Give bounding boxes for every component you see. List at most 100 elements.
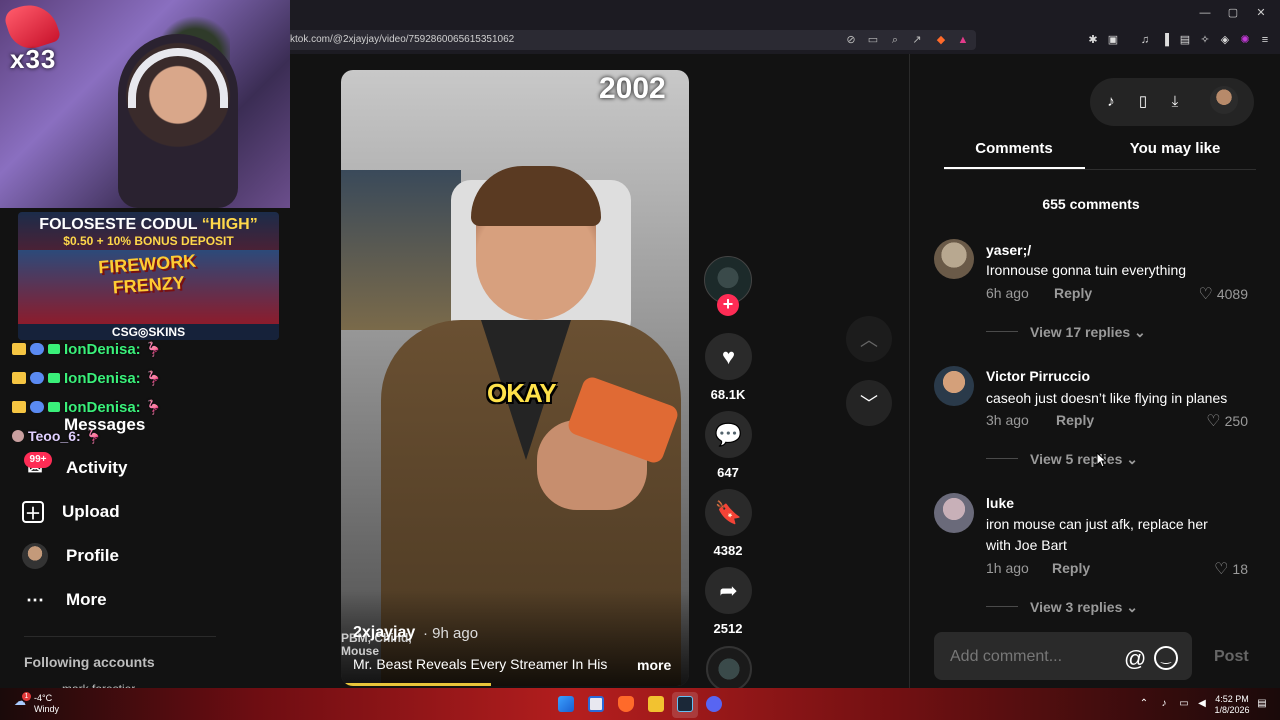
chat-user: IonDenisa:: [64, 369, 141, 387]
sidebar-item-profile[interactable]: Profile: [22, 541, 119, 571]
brave-rewards-icon[interactable]: ▲: [956, 34, 970, 46]
comment-text: iron mouse can just afk, replace her wit…: [986, 516, 1208, 553]
windows-taskbar: [0, 688, 1280, 720]
video-caption: OKAY: [487, 378, 557, 408]
volume-icon[interactable]: ◀: [1196, 698, 1208, 710]
reply-button[interactable]: Reply: [1056, 412, 1094, 428]
view-replies-button[interactable]: View 17 replies ⌄: [1030, 324, 1146, 341]
gift-badge-icon: [48, 402, 60, 412]
more-button[interactable]: more: [637, 657, 671, 673]
comment-button[interactable]: 💬: [705, 411, 752, 458]
reader-mode-icon[interactable]: ⊘: [844, 34, 858, 46]
task-view-icon[interactable]: [588, 696, 604, 712]
heart-outline-icon: ♡: [1206, 413, 1221, 430]
close-button[interactable]: ✕: [1254, 6, 1268, 20]
puzzle-icon[interactable]: ✧: [1198, 33, 1212, 47]
avatar[interactable]: [934, 493, 974, 533]
heart-outline-icon: ♡: [1198, 286, 1213, 303]
comment-like-button[interactable]: ♡ 18: [1168, 559, 1248, 579]
music-icon[interactable]: ♫: [1138, 33, 1152, 47]
bookmark-button[interactable]: 🔖: [705, 489, 752, 536]
mention-icon[interactable]: @: [1124, 646, 1146, 672]
next-video-button[interactable]: ﹀: [846, 380, 892, 426]
sub-badge-icon: [30, 372, 44, 384]
comment-text: caseoh just doesn’t like flying in plane…: [986, 390, 1228, 406]
menu-icon[interactable]: ≡: [1258, 33, 1272, 47]
view-replies-button[interactable]: View 3 replies ⌄: [1030, 599, 1138, 616]
sub-count: x33: [10, 44, 57, 74]
ad-code: “HIGH”: [201, 216, 258, 233]
screenshot-icon[interactable]: ▭: [866, 34, 880, 46]
tray-overflow-icon[interactable]: ⌃: [1138, 698, 1150, 710]
sidebar-item-messages[interactable]: Messages: [64, 410, 145, 440]
view-replies-label: View 5 replies: [1030, 451, 1123, 467]
music-disc[interactable]: [706, 646, 752, 692]
sidebar-item-label: More: [66, 590, 107, 609]
comment-username[interactable]: luke: [986, 495, 1014, 511]
maximize-button[interactable]: ▢: [1226, 6, 1240, 20]
avatar[interactable]: [934, 239, 974, 279]
comment-input-placeholder: Add comment...: [950, 648, 1063, 665]
comment-username[interactable]: yaser;/: [986, 242, 1031, 258]
like-count: 68.1K: [710, 387, 746, 402]
brave-shield-icon[interactable]: ◆: [934, 34, 948, 46]
share-arrow-icon: ➦: [719, 577, 738, 603]
tab-you-may-like[interactable]: You may like: [1095, 140, 1255, 160]
steam-icon[interactable]: [677, 696, 693, 712]
tab-comments[interactable]: Comments: [934, 140, 1094, 160]
file-explorer-icon[interactable]: [648, 696, 664, 712]
extension-icon[interactable]: ✱: [1086, 33, 1100, 47]
bookmark-count: 4382: [713, 543, 743, 558]
video-progress-bar[interactable]: [341, 683, 491, 686]
follow-button[interactable]: +: [717, 294, 739, 316]
vpn-icon[interactable]: ◈: [1218, 33, 1232, 47]
clock-time[interactable]: 4:52 PM: [1214, 694, 1250, 704]
notification-icon[interactable]: ▤: [1256, 698, 1268, 710]
brave-browser-icon[interactable]: [618, 696, 634, 712]
phone-icon[interactable]: ▯: [1133, 92, 1153, 112]
leo-ai-icon[interactable]: ✺: [1238, 33, 1252, 47]
minimize-button[interactable]: —: [1198, 6, 1212, 20]
clock-date[interactable]: 1/8/2026: [1214, 705, 1250, 715]
video-description: Mr. Beast Reveals Every Streamer In His: [353, 656, 608, 672]
avatar[interactable]: [1210, 86, 1238, 114]
sidebar-icon[interactable]: ▐: [1158, 33, 1172, 47]
ad-bonus: $0.50 + 10% BONUS DEPOSIT: [63, 234, 234, 248]
reply-button[interactable]: Reply: [1054, 285, 1092, 301]
post-button[interactable]: Post: [1214, 648, 1249, 666]
share-button[interactable]: ➦: [705, 567, 752, 614]
start-icon[interactable]: [558, 696, 574, 712]
sidebar-item-more[interactable]: ⋯ More: [22, 585, 107, 615]
share-icon[interactable]: ↗: [910, 34, 924, 46]
video-author[interactable]: 2xjayjay: [353, 624, 415, 642]
download-icon[interactable]: ⤓: [1165, 92, 1185, 112]
comment-like-button[interactable]: ♡ 250: [1168, 411, 1248, 431]
emoji-icon[interactable]: ‿: [1154, 646, 1178, 670]
discord-icon[interactable]: [706, 696, 722, 712]
comment-like-button[interactable]: ♡ 4089: [1168, 284, 1249, 304]
view-replies-label: View 17 replies: [1030, 324, 1131, 340]
comment-username[interactable]: Victor Pirruccio: [986, 368, 1090, 384]
tiktok-icon[interactable]: ♪: [1101, 92, 1121, 112]
tabs-icon[interactable]: ▤: [1178, 33, 1192, 47]
comment-like-count: 250: [1224, 413, 1248, 429]
wallet-icon[interactable]: ▣: [1106, 33, 1120, 47]
view-replies-button[interactable]: View 5 replies ⌄: [1030, 451, 1138, 468]
tab-divider: [944, 169, 1256, 170]
ad-headline: FOLOSESTE CODUL “HIGH”: [18, 216, 279, 234]
speaker-tray-icon[interactable]: ♪: [1158, 698, 1170, 710]
video-player[interactable]: 2002 OKAY PBM, Chind, Mouse 2xjayjay · 9…: [341, 70, 689, 686]
avatar[interactable]: [934, 366, 974, 406]
video-year-overlay: 2002: [599, 72, 666, 105]
ad-headline-prefix: FOLOSESTE CODUL: [39, 216, 202, 233]
comment-like-count: 4089: [1216, 286, 1248, 302]
reply-button[interactable]: Reply: [1052, 560, 1090, 576]
zoom-icon[interactable]: ⌕: [888, 34, 902, 46]
upload-icon: ＋: [22, 501, 44, 523]
network-tray-icon[interactable]: ▭: [1178, 698, 1190, 710]
video-time: · 9h ago: [423, 625, 479, 642]
previous-video-button[interactable]: ︿: [846, 316, 892, 362]
chevron-down-icon: ⌄: [1126, 599, 1138, 615]
like-button[interactable]: ♥: [705, 333, 752, 380]
sidebar-item-upload[interactable]: ＋ Upload: [22, 497, 120, 527]
